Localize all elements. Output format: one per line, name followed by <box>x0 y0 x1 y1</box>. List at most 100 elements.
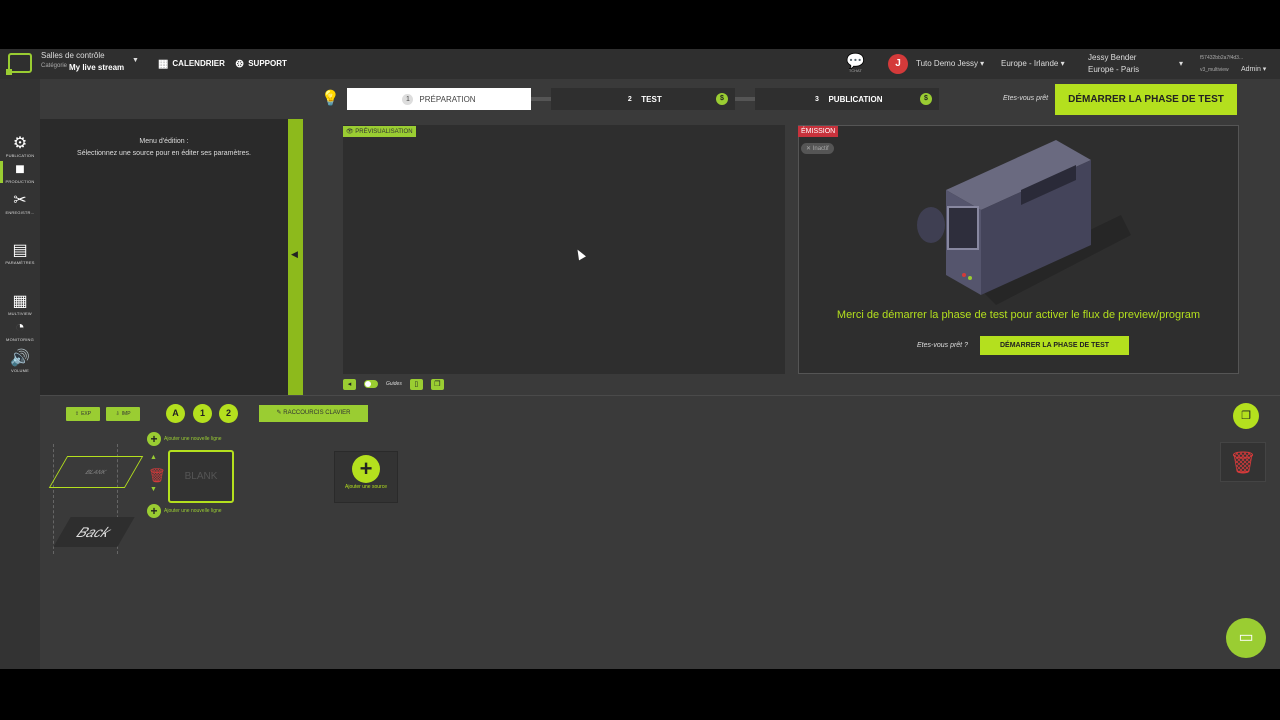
scene-card-blank[interactable]: BLANK <box>168 450 234 503</box>
region-label: Europe - Irlande <box>1001 59 1059 68</box>
inactive-chip-label: Inactif <box>812 146 829 152</box>
step-label: TEST <box>641 94 662 104</box>
add-line-top-button[interactable]: + Ajouter une nouvelle ligne <box>147 432 222 446</box>
chat-icon[interactable]: 💬 TCHAT <box>846 52 865 73</box>
duplicate-icon[interactable]: ❐ <box>1233 403 1259 429</box>
app-window: Salles de contrôle Catégorie My live str… <box>0 49 1280 669</box>
calendar-link[interactable]: ▦ CALENDRIER <box>158 57 225 70</box>
emission-start-test-button[interactable]: DÉMARRER LA PHASE DE TEST <box>980 336 1129 355</box>
keyboard-shortcuts-button[interactable]: ✎ RACCOURCIS CLAVIER <box>259 405 368 422</box>
user-selector[interactable]: Tuto Demo Jessy ▾ <box>916 59 984 68</box>
settings-panel-icon: ▤ <box>12 242 28 259</box>
chevron-down-icon[interactable]: ▼ <box>132 57 139 64</box>
guides-toggle[interactable] <box>364 380 378 388</box>
step-number: 2 <box>627 95 632 103</box>
grid-icon: ▦ <box>12 293 28 310</box>
audio-icon[interactable]: ◂ <box>343 378 356 390</box>
preview-toolbar: ◂ Guides ▯ ❐ <box>343 377 444 391</box>
chevron-left-icon: ◀ <box>291 249 298 259</box>
sidebar-item-monitoring[interactable]: ◔ MONITORING <box>0 319 40 342</box>
account-caret-icon[interactable]: ▾ <box>1179 59 1183 68</box>
sidebar: ⚙ PUBLICATION ■ PRODUCTION ✂ ENREGISTR..… <box>0 79 40 669</box>
lightbulb-icon[interactable]: 💡 <box>321 89 340 107</box>
guide-line <box>53 444 54 554</box>
plus-icon: + <box>147 432 161 446</box>
camera-led <box>962 273 966 277</box>
start-test-button[interactable]: DÉMARRER LA PHASE DE TEST <box>1055 84 1237 115</box>
copy-icon[interactable]: ❐ <box>430 378 444 390</box>
emission-ready-prompt: Etes-vous prêt ? <box>917 342 968 349</box>
room-label: Salles de contrôle <box>41 51 105 60</box>
delete-trash-icon[interactable]: 🗑 <box>1220 442 1266 482</box>
edit-panel-title: Menu d'édition : <box>139 138 189 145</box>
camera-lens <box>917 207 945 243</box>
region-selector[interactable]: Europe - Irlande ▾ <box>1001 59 1065 68</box>
layout-icon[interactable]: ▯ <box>409 378 423 390</box>
add-line-bottom-button[interactable]: + Ajouter une nouvelle ligne <box>147 504 222 518</box>
lifebuoy-icon: ⊛ <box>235 58 245 70</box>
support-link[interactable]: ⊛ SUPPORT <box>235 57 287 70</box>
sidebar-item-production[interactable]: ■ PRODUCTION <box>0 161 40 184</box>
camera-screen <box>947 206 979 250</box>
add-line-label: Ajouter une nouvelle ligne <box>164 508 222 514</box>
logo-icon[interactable] <box>6 53 32 75</box>
room-category: Catégorie <box>41 63 68 69</box>
role-selector[interactable]: Admin ▾ <box>1241 65 1266 73</box>
sidebar-item-label: MONITORING <box>6 337 34 342</box>
step-label: PUBLICATION <box>828 94 883 104</box>
download-icon: ⇩ <box>115 411 120 417</box>
export-button[interactable]: ⇪ EXP <box>66 407 100 421</box>
move-up-icon[interactable]: ▲ <box>150 454 157 461</box>
plus-icon: + <box>147 504 161 518</box>
panel-collapse-toggle[interactable]: ◀ <box>288 119 303 396</box>
calendar-label: CALENDRIER <box>172 59 225 68</box>
export-label: EXP <box>81 411 92 417</box>
upload-icon: ⇪ <box>74 411 80 417</box>
sidebar-item-label: ENREGISTR... <box>5 210 35 215</box>
gauge-icon: ◔ <box>15 319 25 336</box>
user-name: Tuto Demo Jessy <box>916 59 978 68</box>
preview-tag-label: PRÉVISUALISATION <box>355 129 413 135</box>
sidebar-item-label: VOLUME <box>10 368 30 373</box>
speaker-icon: 🔊 <box>10 350 30 367</box>
import-button[interactable]: ⇩ IMP <box>106 407 140 421</box>
account-zone: Europe - Paris <box>1088 65 1140 74</box>
step-publication[interactable]: 3 PUBLICATION $ <box>755 88 939 110</box>
edit-panel-description: Sélectionnez une source pour en éditer s… <box>77 150 251 157</box>
video-camera-icon: ■ <box>15 161 25 178</box>
top-bar: Salles de contrôle Catégorie My live str… <box>0 49 1280 79</box>
sidebar-item-settings[interactable]: ▤ PARAMÈTRES <box>0 240 40 265</box>
step-number: 1 <box>402 93 414 105</box>
scene-blank[interactable]: BLANK <box>48 456 144 488</box>
sidebar-item-publication[interactable]: ⚙ PUBLICATION <box>0 133 40 158</box>
sidebar-item-label: PUBLICATION <box>5 153 35 158</box>
step-number: 3 <box>815 95 819 103</box>
add-source-button[interactable]: + Ajouter une source <box>334 451 398 503</box>
scene-back[interactable]: Back <box>53 517 135 547</box>
avatar[interactable]: J <box>888 54 908 74</box>
sidebar-item-multiview[interactable]: ▦ MULTIVIEW <box>0 291 40 316</box>
layer-1-button[interactable]: 1 <box>193 404 212 423</box>
guides-label: Guides <box>386 381 402 387</box>
add-line-label: Ajouter une nouvelle ligne <box>164 436 222 442</box>
preview-monitor[interactable] <box>343 125 785 374</box>
version-label: v3_multiview <box>1200 67 1229 73</box>
account-name: Jessy Bender <box>1088 53 1137 62</box>
add-source-label: Ajouter une source <box>345 484 387 490</box>
paid-badge: $ <box>716 93 728 105</box>
broadcast-icon: ⚙ <box>12 135 28 152</box>
layer-a-button[interactable]: A <box>166 404 185 423</box>
sidebar-item-recording[interactable]: ✂ ENREGISTR... <box>0 190 40 215</box>
step-preparation[interactable]: 1 PRÉPARATION <box>347 88 531 110</box>
layer-2-button[interactable]: 2 <box>219 404 238 423</box>
sidebar-item-label: MULTIVIEW <box>8 311 32 316</box>
help-chat-icon[interactable]: ▭ <box>1226 618 1266 658</box>
emission-tag: ÉMISSION <box>798 126 839 137</box>
paid-badge: $ <box>920 93 932 105</box>
sidebar-item-volume[interactable]: 🔊 VOLUME <box>0 348 40 373</box>
shortcuts-label: RACCOURCIS CLAVIER <box>283 410 351 416</box>
step-test[interactable]: 2 TEST $ <box>551 88 735 110</box>
move-down-icon[interactable]: ▼ <box>150 486 157 493</box>
room-selector[interactable]: My live stream <box>69 63 124 72</box>
trash-icon[interactable]: 🗑 <box>148 467 166 483</box>
